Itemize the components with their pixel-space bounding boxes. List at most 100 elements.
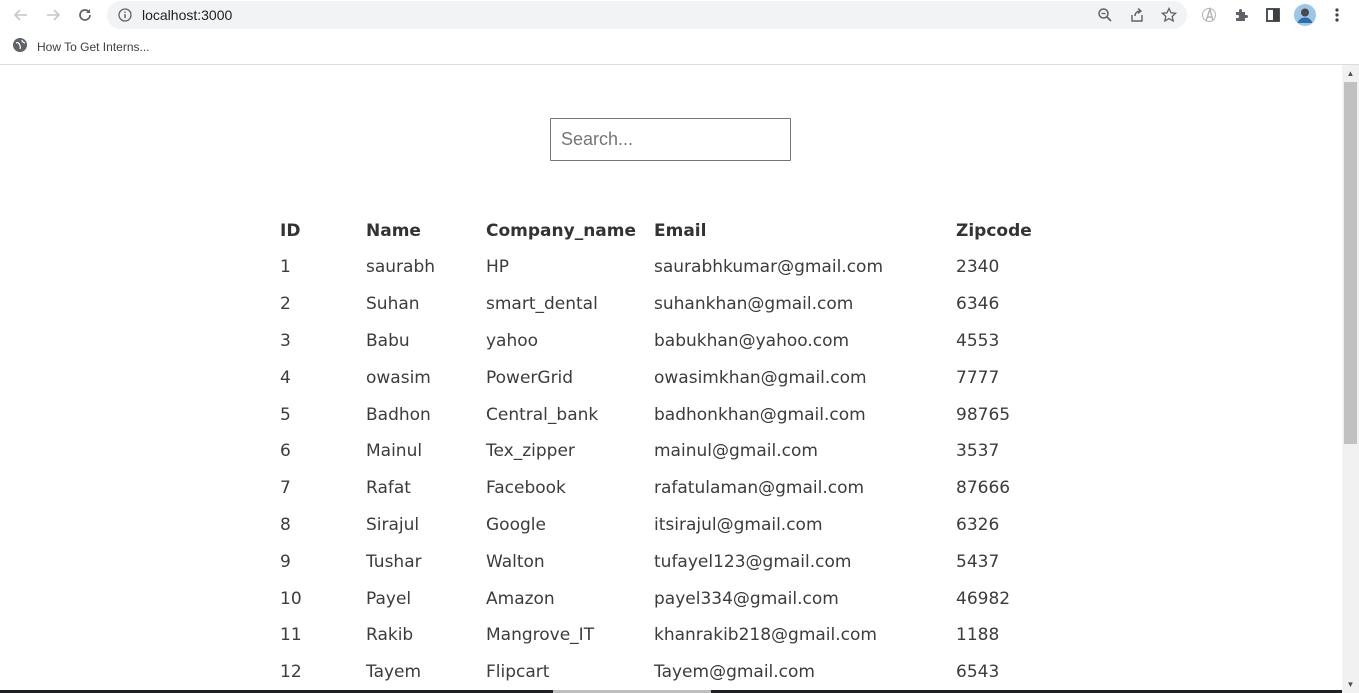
cell-name: Badhon xyxy=(366,404,431,425)
scroll-up-arrow-icon[interactable]: ▲ xyxy=(1342,65,1359,82)
zoom-icon[interactable] xyxy=(1095,5,1115,25)
extension-a-icon[interactable] xyxy=(1199,5,1219,25)
more-menu-icon[interactable] xyxy=(1327,5,1347,25)
scroll-down-arrow-icon[interactable]: ▼ xyxy=(1342,676,1359,693)
scrollbar-thumb[interactable] xyxy=(1344,82,1357,444)
cell-zipcode: 2340 xyxy=(956,257,1000,278)
cell-id: 3 xyxy=(280,330,291,351)
cell-id: 2 xyxy=(280,294,291,315)
cell-name: saurabh xyxy=(366,257,436,278)
header-name: Name xyxy=(366,220,421,241)
profile-avatar-icon[interactable] xyxy=(1293,3,1317,27)
cell-company: Walton xyxy=(486,551,545,572)
cell-zipcode: 5437 xyxy=(956,551,1000,572)
table-row: 12 Tayem Flipcart Tayem@gmail.com 6543 xyxy=(271,654,1046,691)
search-input[interactable] xyxy=(550,118,791,161)
table-row: 2 Suhan smart_dental suhankhan@gmail.com 634… xyxy=(271,286,1046,323)
cell-email: owasimkhan@gmail.com xyxy=(654,367,867,388)
cell-id: 12 xyxy=(280,662,302,683)
cell-name: Sirajul xyxy=(366,514,420,535)
cell-id: 1 xyxy=(280,257,291,278)
bookmark-star-icon[interactable] xyxy=(1159,5,1179,25)
page-viewport: ID Name Company_name Email Zipcode 1 saur… xyxy=(0,65,1342,693)
cell-zipcode: 7777 xyxy=(956,367,1000,388)
cell-company: Facebook xyxy=(486,478,566,499)
address-bar[interactable]: localhost:3000 xyxy=(107,1,1187,29)
bookmark-label[interactable]: How To Get Interns... xyxy=(37,40,150,54)
cell-name: owasim xyxy=(366,367,431,388)
cell-company: Tex_zipper xyxy=(486,441,575,462)
url-text[interactable]: localhost:3000 xyxy=(142,7,232,23)
table-row: 10 Payel Amazon payel334@gmail.com 46982 xyxy=(271,580,1046,617)
extensions-puzzle-icon[interactable] xyxy=(1231,5,1251,25)
cell-zipcode: 3537 xyxy=(956,441,1000,462)
cell-email: tufayel123@gmail.com xyxy=(654,551,852,572)
table-row: 4 owasim PowerGrid owasimkhan@gmail.com 7777 xyxy=(271,359,1046,396)
cell-company: yahoo xyxy=(486,330,539,351)
cell-email: suhankhan@gmail.com xyxy=(654,294,854,315)
cell-company: Amazon xyxy=(486,588,555,609)
bookmarks-bar: How To Get Interns... xyxy=(0,30,1359,65)
cell-email: badhonkhan@gmail.com xyxy=(654,404,866,425)
share-icon[interactable] xyxy=(1127,5,1147,25)
cell-id: 10 xyxy=(280,588,302,609)
table-header-row: ID Name Company_name Email Zipcode xyxy=(271,212,1046,249)
cell-email: Tayem@gmail.com xyxy=(654,662,815,683)
header-zipcode: Zipcode xyxy=(956,220,1032,241)
cell-company: Google xyxy=(486,514,546,535)
cell-name: Babu xyxy=(366,330,410,351)
cell-name: Mainul xyxy=(366,441,423,462)
cell-company: PowerGrid xyxy=(486,367,574,388)
cell-zipcode: 4553 xyxy=(956,330,1000,351)
table-row: 7 Rafat Facebook rafatulaman@gmail.com 87666 xyxy=(271,470,1046,507)
cell-zipcode: 87666 xyxy=(956,478,1011,499)
cell-name: Tayem xyxy=(366,662,422,683)
side-panel-icon[interactable] xyxy=(1263,5,1283,25)
cell-email: babukhan@yahoo.com xyxy=(654,330,850,351)
cell-name: Payel xyxy=(366,588,412,609)
cell-company: Central_bank xyxy=(486,404,599,425)
cell-name: Tushar xyxy=(366,551,422,572)
cell-email: itsirajul@gmail.com xyxy=(654,514,823,535)
cell-email: payel334@gmail.com xyxy=(654,588,839,609)
cell-id: 6 xyxy=(280,441,291,462)
table-row: 3 Babu yahoo babukhan@yahoo.com 4553 xyxy=(271,323,1046,360)
cell-zipcode: 6346 xyxy=(956,294,1000,315)
table-row: 1 saurabh HP saurabhkumar@gmail.com 2340 xyxy=(271,249,1046,286)
table-row: 11 Rakib Mangrove_IT khanrakib218@gmail.com… xyxy=(271,617,1046,654)
header-company: Company_name xyxy=(486,220,637,241)
cell-email: saurabhkumar@gmail.com xyxy=(654,257,884,278)
cell-email: rafatulaman@gmail.com xyxy=(654,478,865,499)
cell-name: Rafat xyxy=(366,478,411,499)
reload-icon[interactable] xyxy=(75,5,95,25)
page-scrollbar[interactable]: ▲ ▼ xyxy=(1342,65,1359,693)
cell-zipcode: 6543 xyxy=(956,662,1000,683)
cell-company: Mangrove_IT xyxy=(486,625,595,646)
table-row: 5 Badhon Central_bank badhonkhan@gmail.com 9… xyxy=(271,396,1046,433)
users-table: ID Name Company_name Email Zipcode 1 saur… xyxy=(271,212,1046,691)
cell-id: 5 xyxy=(280,404,291,425)
bookmark-item[interactable]: How To Get Interns... xyxy=(12,37,150,56)
table-row: 9 Tushar Walton tufayel123@gmail.com 5437 xyxy=(271,543,1046,580)
cell-zipcode: 46982 xyxy=(956,588,1011,609)
cell-id: 9 xyxy=(280,551,291,572)
site-info-icon[interactable] xyxy=(117,7,133,23)
cell-email: khanrakib218@gmail.com xyxy=(654,625,877,646)
cell-name: Suhan xyxy=(366,294,420,315)
table-row: 6 Mainul Tex_zipper mainul@gmail.com 3537 xyxy=(271,433,1046,470)
back-arrow-icon[interactable] xyxy=(11,5,31,25)
forward-arrow-icon[interactable] xyxy=(43,5,63,25)
cell-company: HP xyxy=(486,257,510,278)
cell-id: 4 xyxy=(280,367,291,388)
cell-email: mainul@gmail.com xyxy=(654,441,818,462)
header-email: Email xyxy=(654,220,707,241)
cell-company: smart_dental xyxy=(486,294,598,315)
table-row: 8 Sirajul Google itsirajul@gmail.com 6326 xyxy=(271,507,1046,544)
browser-toolbar: localhost:3000 xyxy=(0,0,1359,30)
cell-name: Rakib xyxy=(366,625,414,646)
table-body: 1 saurabh HP saurabhkumar@gmail.com 2340 2 Su… xyxy=(271,249,1046,691)
cell-zipcode: 6326 xyxy=(956,514,1000,535)
cell-zipcode: 98765 xyxy=(956,404,1011,425)
cell-id: 8 xyxy=(280,514,291,535)
cell-id: 7 xyxy=(280,478,291,499)
